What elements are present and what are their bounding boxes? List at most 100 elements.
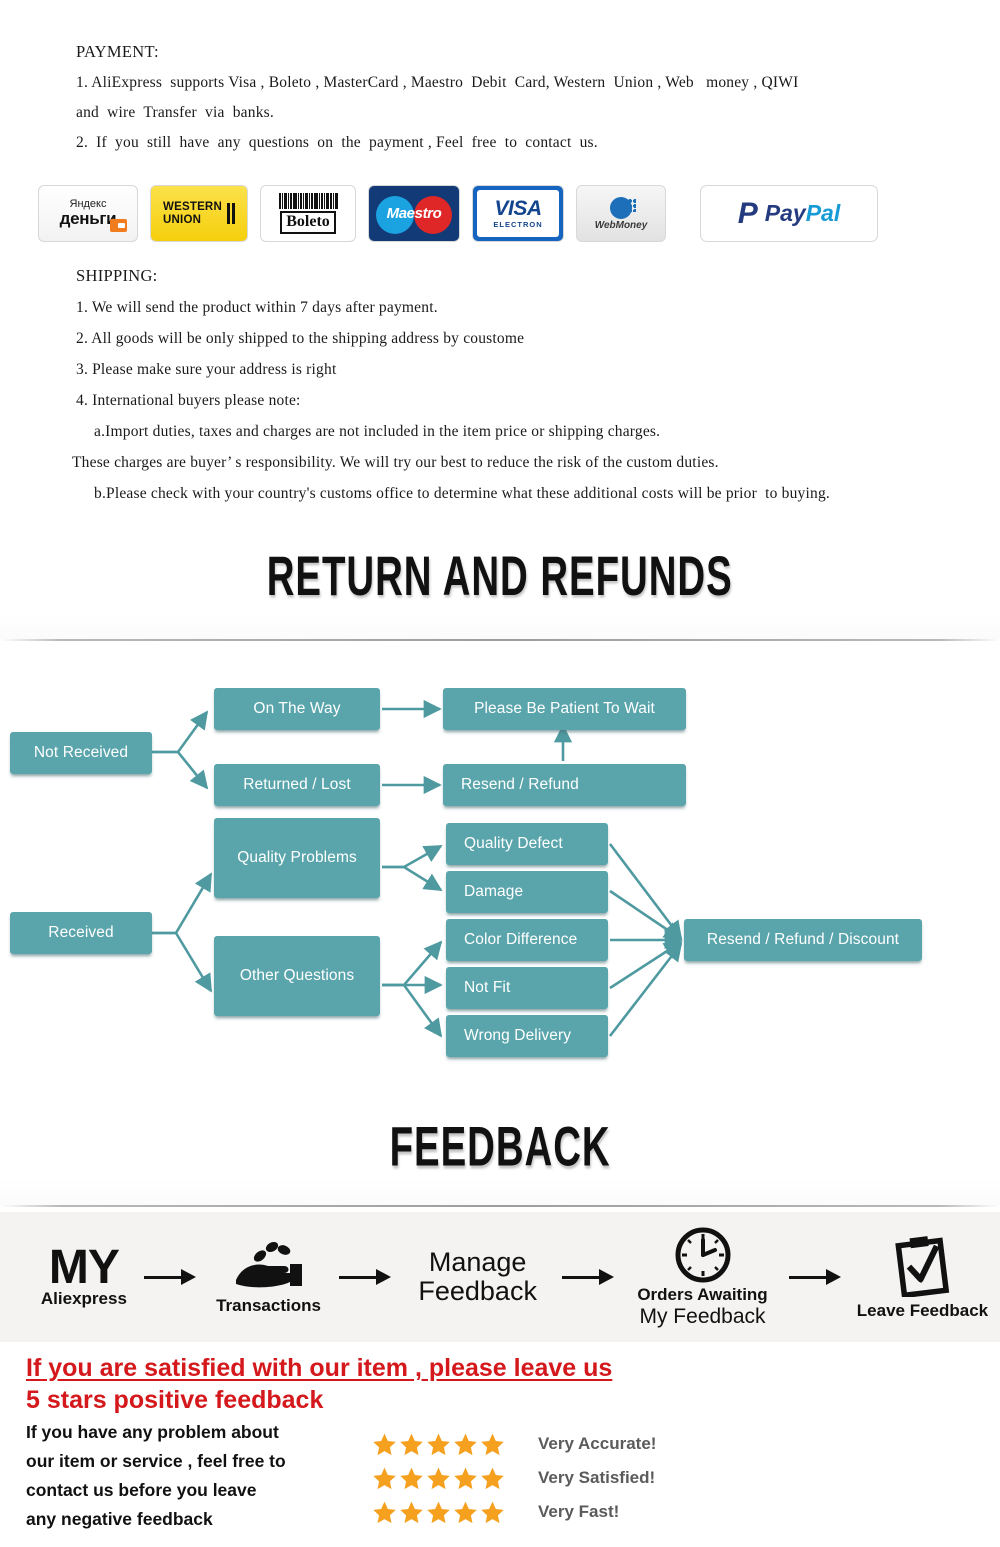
western-union-logo: WESTERN UNION xyxy=(150,185,248,242)
flow-box-received[interactable]: Received xyxy=(10,912,152,954)
star-icon xyxy=(427,1501,450,1523)
satisfaction-headline: If you are satisfied with our item , ple… xyxy=(26,1352,726,1416)
step-manage-feedback: Manage Feedback xyxy=(395,1246,560,1306)
feedback-divider xyxy=(0,1205,1000,1207)
globe-icon xyxy=(610,196,636,219)
star-rating xyxy=(372,1500,520,1525)
headline-line-2: 5 stars positive feedback xyxy=(26,1386,324,1414)
flow-box-quality-problems[interactable]: Quality Problems xyxy=(214,818,380,898)
star-icon xyxy=(427,1467,450,1489)
shipping-line-2: 2. All goods will be only shipped to the… xyxy=(76,330,525,347)
rating-row: Very Fast! xyxy=(372,1496,932,1528)
flow-box-damage[interactable]: Damage xyxy=(446,871,608,913)
returns-divider xyxy=(0,639,1000,641)
star-icon xyxy=(481,1433,504,1455)
flow-box-label: Resend / Refund / Discount xyxy=(706,931,900,948)
flow-box-please-be-patient-to-wait[interactable]: Please Be Patient To Wait xyxy=(443,688,686,730)
feedback-banner-title: FEEDBACK xyxy=(389,1117,611,1179)
shipping-line-duties: These charges are buyer’ s responsibilit… xyxy=(72,454,719,471)
step-leave-feedback: Leave Feedback xyxy=(845,1235,1000,1320)
flow-box-label: Other Questions xyxy=(239,967,355,984)
visa-electron-sub: ELECTRON xyxy=(493,220,543,229)
shipping-line-4b: b.Please check with your country's custo… xyxy=(94,485,830,502)
flow-box-on-the-way[interactable]: On The Way xyxy=(214,688,380,730)
flow-box-other-questions[interactable]: Other Questions xyxy=(214,936,380,1016)
note-line-1: If you have any problem about xyxy=(26,1422,279,1442)
returns-banner: RETURN AND REFUNDS xyxy=(0,541,1000,639)
flow-box-label: Please Be Patient To Wait xyxy=(474,700,655,717)
flow-box-label: Not Fit xyxy=(464,979,511,996)
visa-electron-logo: VISA ELECTRON xyxy=(472,185,564,242)
flow-box-color-difference[interactable]: Color Difference xyxy=(446,919,608,961)
webmoney-logo: WebMoney xyxy=(576,185,666,242)
step-caption-line-1: Orders Awaiting xyxy=(637,1284,768,1304)
maestro-logo: Maestro xyxy=(368,185,460,242)
yandex-money-logo: Яндекс деньги xyxy=(38,185,138,242)
rating-label: Very Fast! xyxy=(538,1502,620,1521)
flow-box-label: Not Received xyxy=(33,744,129,761)
payment-section: PAYMENT: 1. AliExpress supports Visa , B… xyxy=(0,42,1000,152)
star-icon xyxy=(373,1467,396,1489)
star-icon xyxy=(481,1467,504,1489)
step-caption-line-2: My Feedback xyxy=(639,1305,766,1329)
payment-line-2: and wire Transfer via banks. xyxy=(76,104,274,121)
wallet-icon xyxy=(110,219,127,232)
flow-box-not-fit[interactable]: Not Fit xyxy=(446,967,608,1009)
shipping-line-1: 1. We will send the product within 7 day… xyxy=(76,299,438,316)
shipping-line-3: 3. Please make sure your address is righ… xyxy=(76,361,337,378)
payment-heading: PAYMENT: xyxy=(76,42,159,61)
my-aliexpress-icon: MY xyxy=(48,1241,120,1295)
returns-banner-title: RETURN AND REFUNDS xyxy=(267,546,733,608)
contact-note: If you have any problem about our item o… xyxy=(26,1418,386,1534)
western-union-bars-icon xyxy=(226,203,235,224)
payment-line-3: 2. If you still have any questions on th… xyxy=(76,134,598,151)
note-line-3: contact us before you leave xyxy=(26,1479,257,1500)
flow-box-label: On The Way xyxy=(253,700,341,717)
arrow-right-icon xyxy=(337,1266,395,1288)
barcode-icon xyxy=(278,193,338,210)
flow-box-label: Quality Defect xyxy=(464,835,563,852)
flow-box-wrong-delivery[interactable]: Wrong Delivery xyxy=(446,1015,608,1057)
clock-icon xyxy=(675,1227,731,1283)
flow-box-label: Color Difference xyxy=(464,931,578,948)
step-transactions: Transactions xyxy=(200,1240,337,1315)
star-icon xyxy=(373,1433,396,1455)
flow-box-not-received[interactable]: Not Received xyxy=(10,732,152,774)
star-rating xyxy=(372,1466,520,1491)
payment-methods-logo-row: Яндекс деньги WESTERN UNION Boleto Maest… xyxy=(38,185,878,242)
star-icon xyxy=(454,1433,477,1455)
flow-box-label: Returned / Lost xyxy=(243,776,351,793)
star-icon xyxy=(373,1501,396,1523)
clipboard-check-icon xyxy=(895,1235,950,1297)
flow-box-label: Received xyxy=(48,924,114,941)
yandex-logo-bottom: деньги xyxy=(59,209,117,229)
flow-box-quality-defect[interactable]: Quality Defect xyxy=(446,823,608,865)
step-caption: Leave Feedback xyxy=(856,1300,989,1320)
rating-label: Very Satisfied! xyxy=(538,1468,656,1487)
paypal-word-pay: Pay xyxy=(764,200,806,226)
rating-row: Very Satisfied! xyxy=(372,1462,932,1494)
flow-box-label: Quality Problems xyxy=(237,849,357,866)
arrow-right-icon xyxy=(787,1266,845,1288)
flow-box-returned-lost[interactable]: Returned / Lost xyxy=(214,764,380,806)
manage-feedback-line-2: Feedback xyxy=(418,1276,537,1306)
flow-box-resend-refund[interactable]: Resend / Refund xyxy=(443,764,686,806)
headline-line-1: If you are satisfied with our item , ple… xyxy=(26,1354,613,1382)
step-caption: Aliexpress xyxy=(40,1289,127,1309)
star-icon xyxy=(454,1467,477,1489)
star-icon xyxy=(400,1433,423,1455)
paypal-word-pal: Pal xyxy=(805,200,841,226)
maestro-label: Maestro xyxy=(386,204,442,222)
webmoney-label: WebMoney xyxy=(594,219,648,231)
payment-line-1: 1. AliExpress supports Visa , Boleto , M… xyxy=(76,74,799,91)
western-union-line-1: WESTERN xyxy=(163,201,222,214)
paypal-p-icon: P xyxy=(737,196,758,230)
star-icon xyxy=(427,1433,450,1455)
feedback-steps-strip: MY Aliexpress Transactions Manage Feedba… xyxy=(0,1212,1000,1342)
step-orders-awaiting-feedback: Orders Awaiting My Feedback xyxy=(618,1226,787,1329)
visa-wordmark: VISA xyxy=(494,197,542,220)
star-icon xyxy=(454,1501,477,1523)
manage-feedback-line-1: Manage xyxy=(428,1246,527,1277)
flow-box-resend-refund-discount[interactable]: Resend / Refund / Discount xyxy=(684,919,922,961)
arrow-right-icon xyxy=(142,1266,200,1288)
